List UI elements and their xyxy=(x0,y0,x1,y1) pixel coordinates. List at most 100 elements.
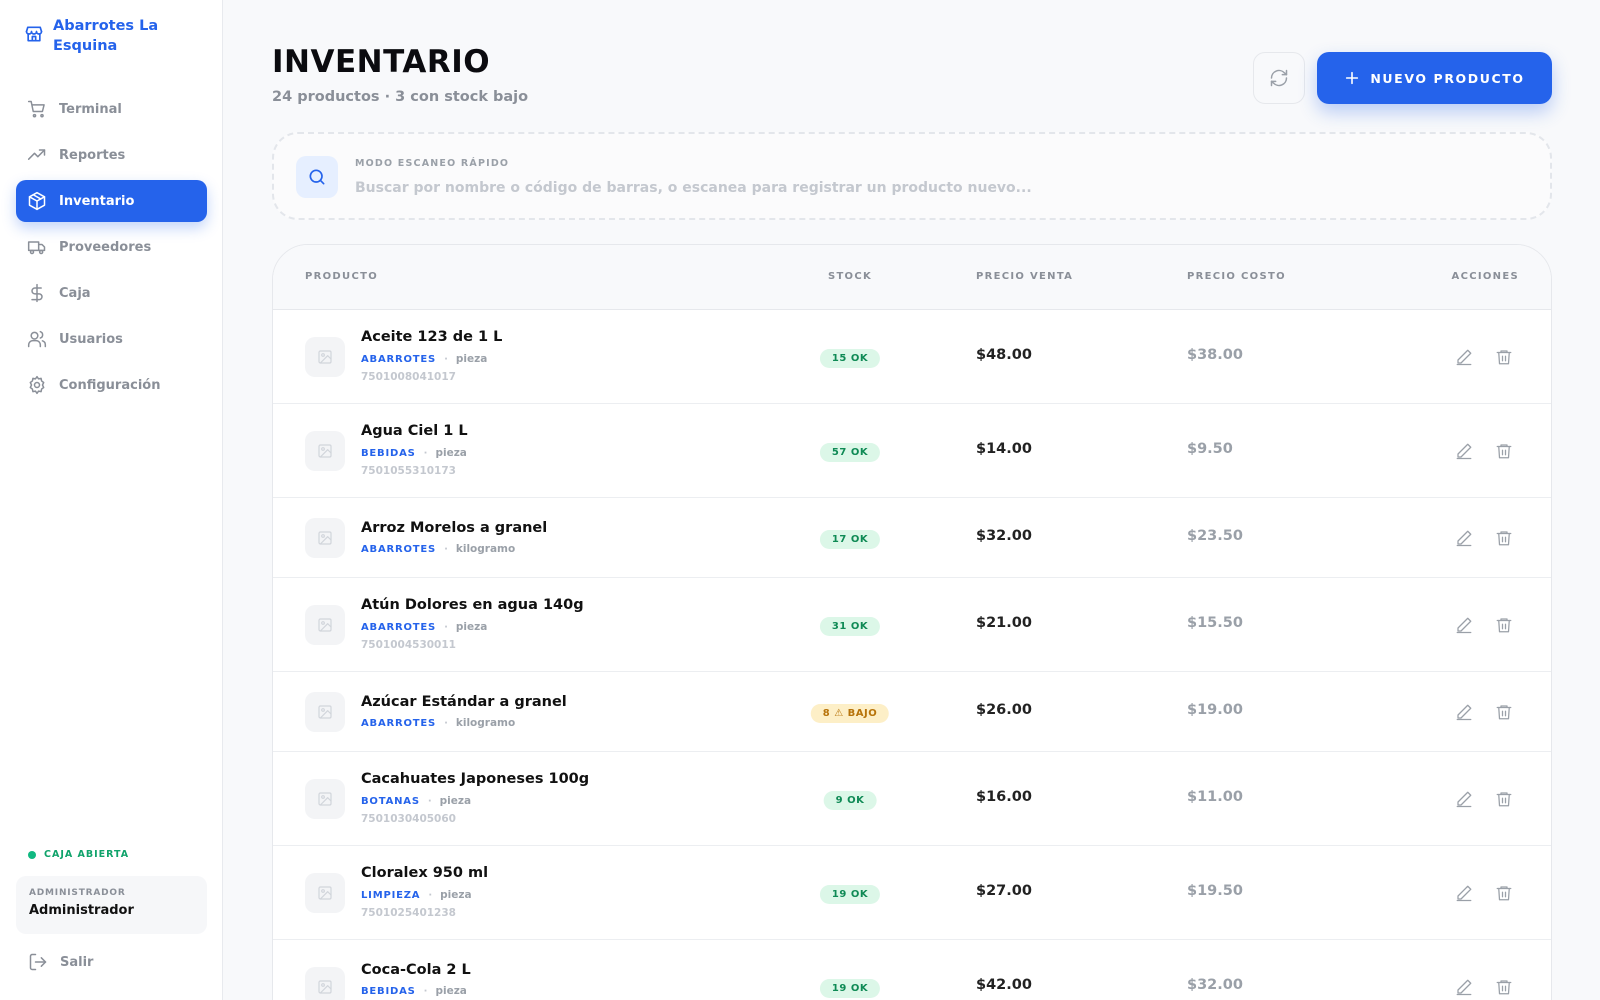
trash-icon[interactable] xyxy=(1495,703,1513,721)
edit-icon[interactable] xyxy=(1455,884,1473,902)
edit-icon[interactable] xyxy=(1455,529,1473,547)
product-image-placeholder-icon xyxy=(305,337,345,377)
table-row[interactable]: Cacahuates Japoneses 100g BOTANAS · pieza 75… xyxy=(273,752,1551,846)
product-name: Agua Ciel 1 L xyxy=(361,423,468,439)
product-image-placeholder-icon xyxy=(305,431,345,471)
table-row[interactable]: Agua Ciel 1 L BEBIDAS · pieza 7501055310173 5… xyxy=(273,404,1551,498)
logout-button[interactable]: Salir xyxy=(28,952,93,972)
brand-name: Abarrotes La Esquina xyxy=(53,18,159,54)
search-input[interactable] xyxy=(355,176,1515,200)
sidebar-item-proveedores[interactable]: Proveedores xyxy=(16,226,207,268)
edit-icon[interactable] xyxy=(1455,348,1473,366)
sidebar-item-label: Caja xyxy=(59,285,91,301)
stock-badge: 17 OK xyxy=(819,530,881,549)
product-unit: pieza xyxy=(440,889,472,901)
page-subtitle: 24 productos · 3 con stock bajo xyxy=(272,89,529,105)
search-label: MODO ESCANEO RÁPIDO xyxy=(355,158,510,169)
inventory-table: PRODUCTO STOCK PRECIO VENTA PRECIO COSTO… xyxy=(272,244,1552,1000)
sidebar-item-reportes[interactable]: Reportes xyxy=(16,134,207,176)
product-category: BEBIDAS xyxy=(361,448,416,459)
table-row[interactable]: Coca-Cola 2 L BEBIDAS · pieza 19 OK $42.00 $32… xyxy=(273,940,1551,1000)
product-barcode: 7501004530011 xyxy=(361,639,456,651)
edit-icon[interactable] xyxy=(1455,790,1473,808)
product-unit: pieza xyxy=(455,621,488,633)
sidebar-item-label: Configuración xyxy=(59,377,161,393)
product-image-placeholder-icon xyxy=(305,967,345,1000)
logout-icon xyxy=(29,953,47,971)
search-panel: MODO ESCANEO RÁPIDO xyxy=(272,132,1552,220)
meta-separator: · xyxy=(427,796,432,807)
sidebar: Abarrotes La Esquina Terminal Reportes I… xyxy=(0,0,223,1000)
logout-label: Salir xyxy=(60,954,94,970)
sidebar-item-terminal[interactable]: Terminal xyxy=(16,88,207,130)
sidebar-item-inventario[interactable]: Inventario xyxy=(16,180,207,222)
cost-price: $32.00 xyxy=(1187,977,1243,993)
store-icon xyxy=(25,26,43,42)
search-icon xyxy=(296,156,338,198)
refresh-button[interactable] xyxy=(1253,52,1305,104)
table-body: Aceite 123 de 1 L ABARROTES · pieza 75010080… xyxy=(273,310,1551,1000)
meta-separator: · xyxy=(444,544,448,555)
user-card[interactable]: ADMINISTRADOR Administrador xyxy=(16,876,207,934)
box-icon xyxy=(28,191,46,211)
product-category: ABARROTES xyxy=(361,718,437,729)
sale-price: $32.00 xyxy=(976,528,1032,544)
sale-price: $42.00 xyxy=(976,977,1032,993)
product-name: Arroz Morelos a granel xyxy=(361,520,548,536)
trash-icon[interactable] xyxy=(1495,348,1513,366)
sidebar-item-label: Terminal xyxy=(59,101,122,117)
plus-icon xyxy=(1346,71,1359,85)
new-product-label: NUEVO PRODUCTO xyxy=(1370,70,1525,86)
sidebar-item-usuarios[interactable]: Usuarios xyxy=(16,318,207,360)
sidebar-item-label: Inventario xyxy=(59,193,135,209)
stock-badge: 9 OK xyxy=(823,791,877,810)
product-meta: ABARROTES · kilogramo xyxy=(361,717,515,729)
product-meta: BOTANAS · pieza xyxy=(361,795,471,807)
edit-icon[interactable] xyxy=(1455,616,1473,634)
product-category: ABARROTES xyxy=(361,622,437,633)
trash-icon[interactable] xyxy=(1495,884,1513,902)
stock-badge: 19 OK xyxy=(819,885,881,904)
column-header-producto: PRODUCTO xyxy=(305,271,379,282)
sidebar-item-configuracion[interactable]: Configuración xyxy=(16,364,207,406)
user-name: Administrador xyxy=(29,903,134,918)
new-product-button[interactable]: NUEVO PRODUCTO xyxy=(1317,52,1552,104)
edit-icon[interactable] xyxy=(1455,978,1473,996)
meta-separator: · xyxy=(423,986,428,997)
product-category: ABARROTES xyxy=(361,354,437,365)
trash-icon[interactable] xyxy=(1495,978,1513,996)
cost-price: $19.50 xyxy=(1187,883,1243,899)
meta-separator: · xyxy=(444,718,448,729)
table-row[interactable]: Arroz Morelos a granel ABARROTES · kilogram… xyxy=(273,498,1551,578)
table-row[interactable]: Cloralex 950 ml LIMPIEZA · pieza 75010254012… xyxy=(273,846,1551,940)
table-row[interactable]: Atún Dolores en agua 140g ABARROTES · pieza… xyxy=(273,578,1551,672)
product-name: Aceite 123 de 1 L xyxy=(361,329,503,345)
table-row[interactable]: Azúcar Estándar a granel ABARROTES · kilogr… xyxy=(273,672,1551,752)
trash-icon[interactable] xyxy=(1495,616,1513,634)
sidebar-nav: Terminal Reportes Inventario Proveedores… xyxy=(16,88,207,410)
product-name: Coca-Cola 2 L xyxy=(361,962,471,978)
product-name: Atún Dolores en agua 140g xyxy=(361,597,584,613)
cart-icon xyxy=(27,100,45,118)
dollar-icon xyxy=(31,283,43,303)
trash-icon[interactable] xyxy=(1495,790,1513,808)
caja-status-label: CAJA ABIERTA xyxy=(44,849,130,860)
trash-icon[interactable] xyxy=(1495,442,1513,460)
edit-icon[interactable] xyxy=(1455,703,1473,721)
sidebar-item-label: Proveedores xyxy=(59,239,152,255)
product-barcode: 7501030405060 xyxy=(361,813,456,825)
meta-separator: · xyxy=(428,890,433,901)
product-meta: LIMPIEZA · pieza xyxy=(361,889,472,901)
sidebar-item-caja[interactable]: Caja xyxy=(16,272,207,314)
product-meta: ABARROTES · pieza xyxy=(361,353,487,365)
trending-up-icon xyxy=(27,149,46,160)
product-category: ABARROTES xyxy=(361,544,437,555)
gear-icon xyxy=(29,375,45,395)
edit-icon[interactable] xyxy=(1455,442,1473,460)
trash-icon[interactable] xyxy=(1495,529,1513,547)
cost-price: $38.00 xyxy=(1187,347,1243,363)
cost-price: $15.50 xyxy=(1187,615,1243,631)
brand[interactable]: Abarrotes La Esquina xyxy=(24,16,183,56)
sale-price: $27.00 xyxy=(976,883,1032,899)
table-row[interactable]: Aceite 123 de 1 L ABARROTES · pieza 75010080… xyxy=(273,310,1551,404)
